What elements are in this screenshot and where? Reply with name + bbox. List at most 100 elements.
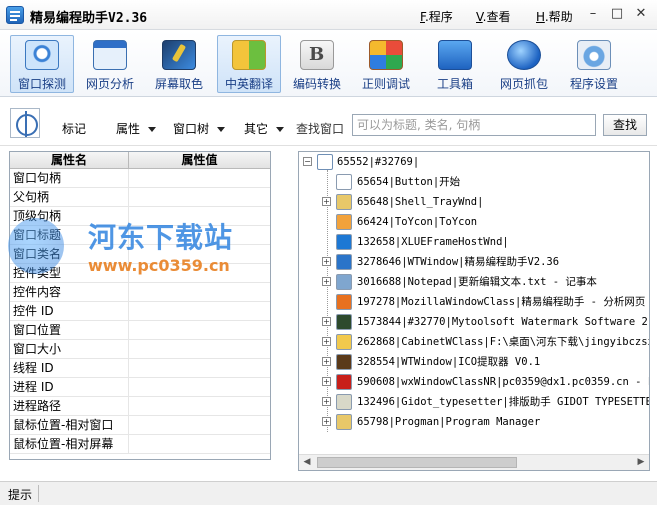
horizontal-scrollbar[interactable]: ◀ ▶ [299,454,649,470]
tree-node-label: 66424|ToYcon|ToYcon [357,216,478,228]
scroll-thumb[interactable] [317,457,517,468]
menu-view[interactable]: V.查看 [476,8,511,25]
table-row[interactable]: 鼠标位置-相对屏幕 [10,435,270,454]
table-row[interactable]: 鼠标位置-相对窗口 [10,416,270,435]
main-toolbar: 窗口探测 网页分析 屏幕取色 中英翻译 编码转换 正则调试 工具箱 网页抓包 程… [0,31,657,97]
minimize-button[interactable]: – [584,6,602,22]
scroll-right-icon[interactable]: ▶ [633,455,649,470]
window-icon [336,314,352,330]
expand-icon[interactable]: + [322,277,331,286]
window-icon [336,214,352,230]
window-probe-button[interactable]: 窗口探测 [10,35,74,93]
search-button[interactable]: 查找 [603,114,647,136]
expand-icon[interactable]: + [322,357,331,366]
status-separator [38,485,39,502]
menu-program[interactable]: F.程序 [420,8,453,25]
table-row[interactable]: 窗口大小 [10,340,270,359]
expand-icon[interactable]: + [322,197,331,206]
status-bar: 提示 [0,481,657,505]
translate-button[interactable]: 中英翻译 [217,35,281,93]
tree-node-label: 132496|Gidot_typesetter|排版助手 GIDOT TYPES… [357,396,650,408]
search-bar: 标记 属性 窗口树 其它 查找窗口 查找 [0,98,657,146]
window-probe-icon [25,40,59,70]
table-row[interactable]: 进程 ID [10,378,270,397]
collapse-icon[interactable]: − [303,157,312,166]
regex-button[interactable]: 正则调试 [354,35,418,93]
web-analysis-button[interactable]: 网页分析 [78,35,142,93]
menu-help[interactable]: H.帮助 [536,8,573,25]
column-header-value: 属性值 [181,153,218,167]
table-row[interactable]: 顶级句柄 [10,207,270,226]
window-title: 精易编程助手V2.36 [30,11,148,26]
window-icon [336,174,352,190]
table-row[interactable]: 进程路径 [10,397,270,416]
table-row[interactable]: 控件内容 [10,283,270,302]
tree-node-label: 328554|WTWindow|ICO提取器 V0.1 [357,356,541,368]
table-row[interactable]: 窗口标题 [10,226,270,245]
mark-button[interactable]: 标记 [62,120,86,137]
table-row[interactable]: 控件 ID [10,302,270,321]
title-bar: 精易编程助手V2.36 F.程序 V.查看 H.帮助 – □ ✕ [0,0,657,30]
maximize-button[interactable]: □ [608,6,626,22]
chevron-down-icon [276,127,285,132]
table-row[interactable]: 窗口类名 [10,245,270,264]
toolbox-button[interactable]: 工具箱 [423,35,487,93]
window-icon [336,394,352,410]
color-picker-button[interactable]: 屏幕取色 [147,35,211,93]
properties-table: 属性名 属性值 窗口句柄 父句柄 顶级句柄 窗口标题 窗口类名 控件类型 控件内… [9,151,271,460]
tree-node-label: 65798|Progman|Program Manager [357,416,541,428]
table-row[interactable]: 窗口位置 [10,321,270,340]
window-tree: − 65552|#32769| 65654|Button|开始 +65648|Sh… [298,151,650,471]
settings-icon [577,40,611,70]
translate-icon [232,40,266,70]
expand-icon[interactable]: + [322,317,331,326]
table-row[interactable]: 窗口句柄 [10,169,270,188]
expand-icon[interactable]: + [322,337,331,346]
window-icon [336,414,352,430]
properties-header: 属性名 属性值 [10,152,270,169]
chevron-down-icon [148,127,157,132]
expand-icon[interactable]: + [322,377,331,386]
scroll-left-icon[interactable]: ◀ [299,455,315,470]
window-icon [336,254,352,270]
web-analysis-icon [93,40,127,70]
expand-icon[interactable]: + [322,417,331,426]
chevron-down-icon [217,127,226,132]
tree-node-label: 3016688|Notepad|更新编辑文本.txt - 记事本 [357,276,597,288]
tree-node-label: 132658|XLUEFrameHostWnd| [357,236,509,248]
window-icon [317,154,333,170]
expand-icon[interactable]: + [322,397,331,406]
table-row[interactable]: 父句柄 [10,188,270,207]
status-text: 提示 [8,488,33,502]
tree-node-label: 65654|Button|开始 [357,176,461,188]
toolbox-icon [438,40,472,70]
tree-node-label: 590608|wxWindowClassNR|pc0359@dx1.pc0359… [357,376,650,388]
tree-node-label: 3278646|WTWindow|精易编程助手V2.36 [357,256,560,268]
color-picker-icon [162,40,196,70]
close-button[interactable]: ✕ [632,6,650,22]
window-icon [336,354,352,370]
packet-capture-icon [507,40,541,70]
app-icon [6,6,24,24]
table-row[interactable]: 控件类型 [10,264,270,283]
window-icon [336,274,352,290]
table-row[interactable]: 线程 ID [10,359,270,378]
search-input[interactable] [352,114,596,136]
window-icon [336,294,352,310]
tree-guide-line [327,170,328,432]
settings-button[interactable]: 程序设置 [562,35,626,93]
encoding-button[interactable]: 编码转换 [285,35,349,93]
window-icon [336,334,352,350]
find-window-label: 查找窗口 [296,122,345,136]
tree-node-label: 1573844|#32770|Mytoolsoft Watermark Soft… [357,316,650,328]
crosshair-target-button[interactable] [10,108,40,138]
tree-node-label: 197278|MozillaWindowClass|精易编程助手 - 分析网页 [357,296,646,308]
window-tree-dropdown[interactable]: 窗口树 [173,120,226,137]
window-icon [336,234,352,250]
packet-capture-button[interactable]: 网页抓包 [492,35,556,93]
other-dropdown[interactable]: 其它 [244,120,285,137]
tree-node-label: 262868|CabinetWClass|F:\桌面\河东下载\jingyibc… [357,336,650,348]
encoding-icon [300,40,334,70]
expand-icon[interactable]: + [322,257,331,266]
attribute-dropdown[interactable]: 属性 [116,120,157,137]
